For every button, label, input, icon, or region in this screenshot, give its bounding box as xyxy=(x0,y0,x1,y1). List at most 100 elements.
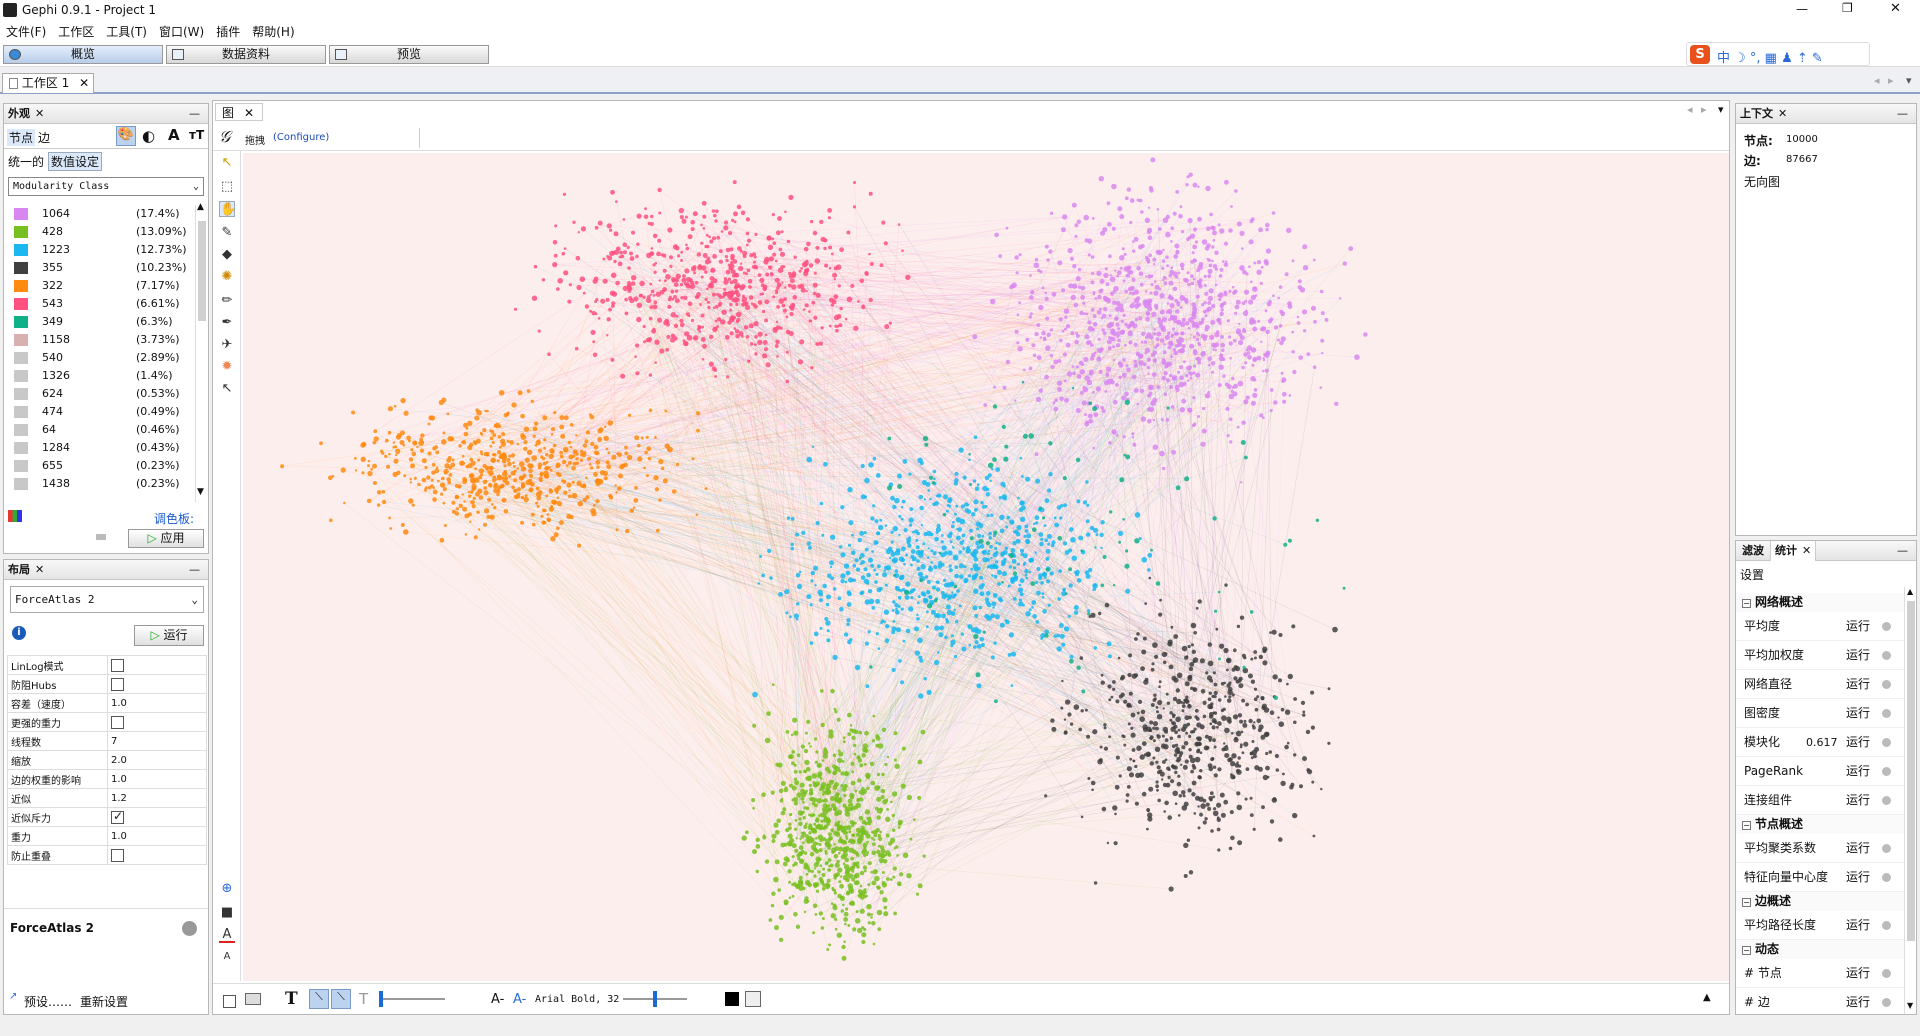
node[interactable] xyxy=(1168,280,1174,286)
node[interactable] xyxy=(889,837,896,844)
node[interactable] xyxy=(1174,344,1179,348)
node[interactable] xyxy=(1192,423,1196,428)
node[interactable] xyxy=(1187,379,1190,382)
node[interactable] xyxy=(488,483,493,488)
node[interactable] xyxy=(1097,294,1102,300)
node[interactable] xyxy=(1159,450,1165,457)
node[interactable] xyxy=(1201,317,1205,322)
node[interactable] xyxy=(853,752,857,756)
node[interactable] xyxy=(1083,312,1087,316)
node[interactable] xyxy=(1269,388,1274,392)
node[interactable] xyxy=(842,740,846,744)
node[interactable] xyxy=(955,517,962,523)
node[interactable] xyxy=(804,759,810,766)
node[interactable] xyxy=(1128,330,1132,334)
node[interactable] xyxy=(468,494,472,498)
node[interactable] xyxy=(1311,305,1316,311)
node[interactable] xyxy=(1265,227,1269,232)
node[interactable] xyxy=(917,595,921,599)
node[interactable] xyxy=(875,736,881,741)
color-swatch[interactable] xyxy=(14,208,28,220)
node[interactable] xyxy=(1116,270,1122,276)
node[interactable] xyxy=(809,840,813,844)
node[interactable] xyxy=(1091,271,1095,275)
node[interactable] xyxy=(1177,349,1182,353)
node[interactable] xyxy=(543,446,546,450)
node[interactable] xyxy=(932,502,936,507)
node[interactable] xyxy=(790,542,794,547)
node[interactable] xyxy=(470,500,475,505)
node[interactable] xyxy=(486,514,491,519)
node[interactable] xyxy=(328,475,333,481)
node[interactable] xyxy=(895,607,898,611)
node[interactable] xyxy=(1102,331,1107,336)
node[interactable] xyxy=(575,457,579,461)
node[interactable] xyxy=(1076,578,1082,583)
node[interactable] xyxy=(969,528,973,533)
node[interactable] xyxy=(655,528,660,533)
node[interactable] xyxy=(597,220,603,226)
node[interactable] xyxy=(1192,335,1196,339)
node[interactable] xyxy=(1044,291,1048,295)
node[interactable] xyxy=(656,251,661,257)
node[interactable] xyxy=(901,249,904,252)
node[interactable] xyxy=(1234,189,1238,193)
node[interactable] xyxy=(1263,354,1267,357)
node[interactable] xyxy=(535,486,540,491)
node[interactable] xyxy=(632,506,636,509)
node[interactable] xyxy=(1017,587,1024,593)
node[interactable] xyxy=(1312,365,1317,369)
node[interactable] xyxy=(820,784,824,789)
node[interactable] xyxy=(1187,407,1193,413)
node[interactable] xyxy=(631,275,637,281)
scroll-right-icon[interactable]: ▸ xyxy=(1888,74,1894,87)
node[interactable] xyxy=(675,273,681,279)
node[interactable] xyxy=(604,425,607,428)
node[interactable] xyxy=(730,256,735,261)
node[interactable] xyxy=(819,501,824,506)
node[interactable] xyxy=(986,615,992,621)
node[interactable] xyxy=(1119,214,1125,220)
node[interactable] xyxy=(1243,289,1250,295)
node[interactable] xyxy=(979,637,985,642)
node[interactable] xyxy=(745,243,749,247)
node[interactable] xyxy=(864,495,868,499)
node[interactable] xyxy=(551,499,557,505)
node[interactable] xyxy=(772,295,776,299)
node[interactable] xyxy=(1084,375,1090,381)
node[interactable] xyxy=(840,552,846,558)
node[interactable] xyxy=(881,871,885,874)
node[interactable] xyxy=(849,724,853,727)
node[interactable] xyxy=(563,490,568,495)
dropdown-icon[interactable]: ▾ xyxy=(1718,103,1724,116)
node[interactable] xyxy=(575,461,580,465)
node[interactable] xyxy=(855,567,861,572)
node[interactable] xyxy=(1288,394,1292,397)
node[interactable] xyxy=(992,593,998,598)
node[interactable] xyxy=(474,415,480,421)
node[interactable] xyxy=(646,446,652,452)
node[interactable] xyxy=(319,441,323,446)
node[interactable] xyxy=(794,848,799,853)
node[interactable] xyxy=(866,904,872,910)
node[interactable] xyxy=(606,223,612,229)
node[interactable] xyxy=(934,536,939,542)
node[interactable] xyxy=(1086,609,1091,613)
node[interactable] xyxy=(465,427,469,430)
node[interactable] xyxy=(926,580,931,584)
node[interactable] xyxy=(1152,397,1158,403)
node[interactable] xyxy=(1209,212,1213,217)
node[interactable] xyxy=(864,763,867,766)
node[interactable] xyxy=(1010,684,1014,687)
node[interactable] xyxy=(881,619,885,623)
node[interactable] xyxy=(958,447,964,453)
node[interactable] xyxy=(696,411,701,416)
node[interactable] xyxy=(795,837,798,840)
node[interactable] xyxy=(866,912,871,917)
node[interactable] xyxy=(915,545,920,550)
node[interactable] xyxy=(1238,322,1241,326)
node[interactable] xyxy=(1087,413,1093,419)
node[interactable] xyxy=(1145,275,1148,278)
node[interactable] xyxy=(395,434,401,440)
node[interactable] xyxy=(787,869,792,874)
